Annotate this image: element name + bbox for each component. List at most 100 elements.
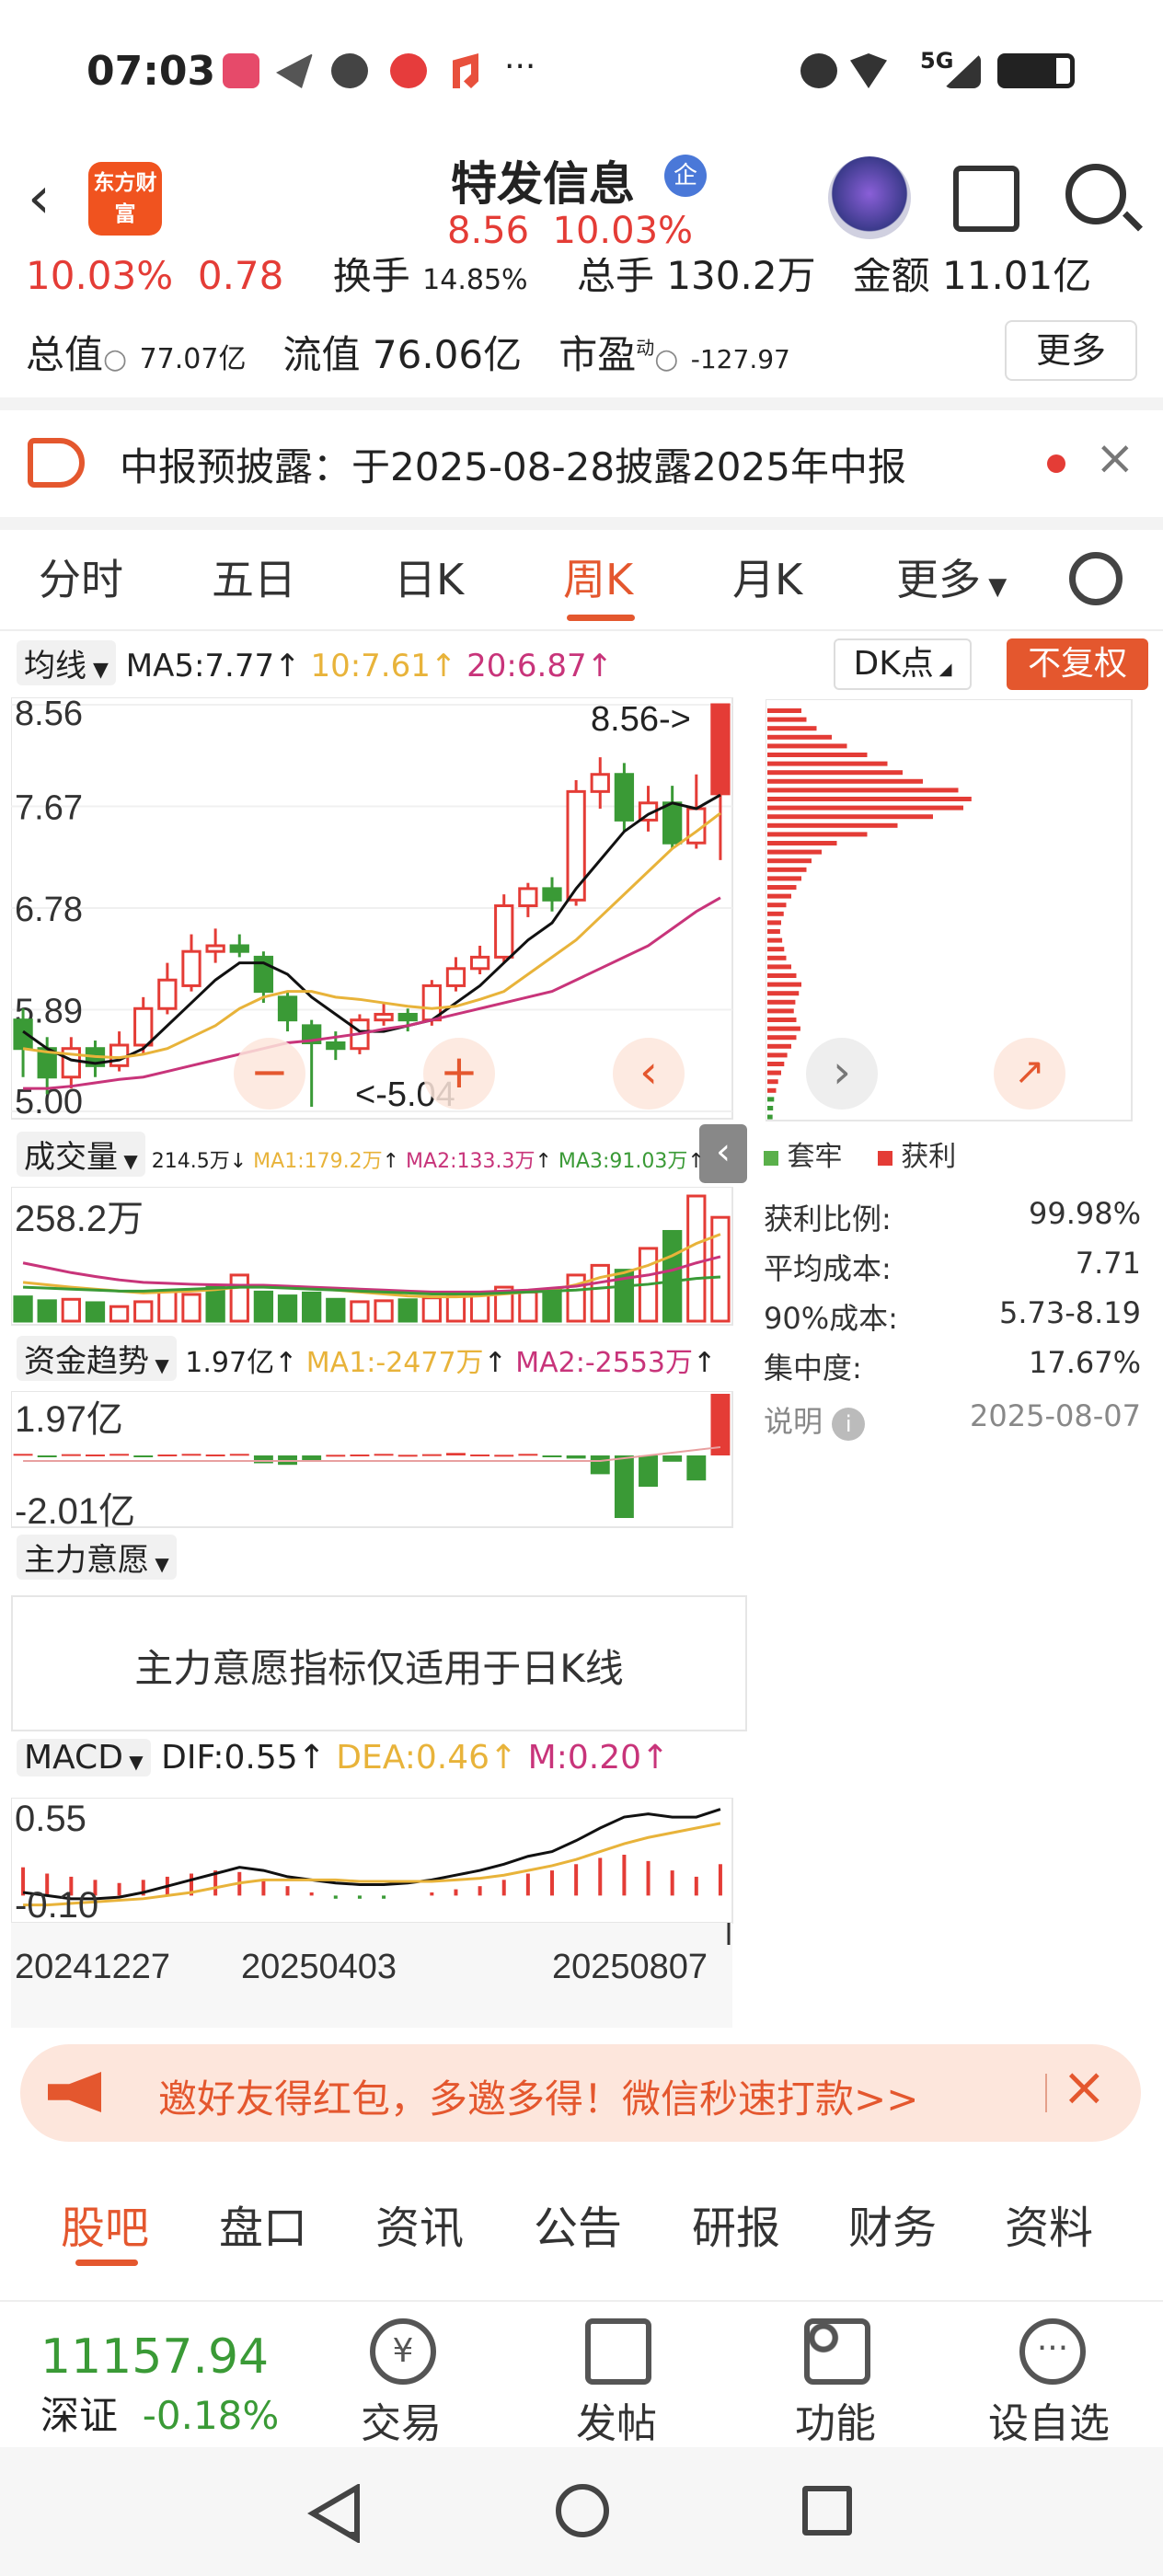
fund-ma2: MA2:-2553万 <box>515 1347 694 1379</box>
volume-bar <box>229 1273 249 1323</box>
fund-bar <box>566 1455 586 1459</box>
stock-name[interactable]: 特发信息 <box>451 147 635 213</box>
kline-candle <box>374 1012 394 1022</box>
kline-candle <box>181 949 202 987</box>
post-icon[interactable] <box>585 2318 651 2385</box>
volume-legend-value: 214.5万 <box>151 1150 230 1173</box>
more-quote-button[interactable]: 更多 <box>1005 320 1137 381</box>
volume-legend-row: 成交量 ▼ 214.5万↓ MA1:179.2万↑ MA2:133.3万↑ MA… <box>17 1132 705 1177</box>
header-price-value: 8.56 <box>447 210 530 252</box>
fund-bar <box>302 1455 322 1461</box>
notice-bar[interactable]: 中报预披露：于2025-08-28披露2025年中报 × <box>0 408 1163 515</box>
ma-legend-row: 均线 ▼ MA5:7.77↑ 10:7.61↑ 20:6.87↑ <box>17 640 613 685</box>
index-value: 11157.94 <box>40 2329 270 2385</box>
chip-bar <box>767 858 812 864</box>
tab-profile[interactable]: 资料 <box>1005 2191 1093 2256</box>
post-label[interactable]: 发帖 <box>576 2390 657 2449</box>
volume-select[interactable]: 成交量 ▼ <box>17 1132 145 1177</box>
tab-finance[interactable]: 财务 <box>848 2191 937 2256</box>
tab-more[interactable]: 更多 ▼ <box>896 546 1007 607</box>
system-home-icon[interactable] <box>556 2484 609 2537</box>
fund-y-bottom: -2.01亿 <box>15 1491 135 1529</box>
intent-select[interactable]: 主力意愿 ▼ <box>17 1535 177 1580</box>
zoom-out-button[interactable]: − <box>234 1038 305 1110</box>
fund-bar <box>326 1455 346 1457</box>
settings-gear-icon[interactable] <box>1069 552 1123 605</box>
quote-row-1: 10.03% 0.78 换手 14.85% 总手 130.2万 金额 11.01… <box>0 258 1163 304</box>
float-cap-label: 流值 <box>282 332 361 377</box>
back-icon[interactable]: ‹ <box>28 164 51 231</box>
fund-bar <box>686 1455 707 1481</box>
trade-label[interactable]: 交易 <box>361 2390 442 2449</box>
functions-label[interactable]: 功能 <box>795 2390 876 2449</box>
bottom-toolbar: 11157.94 深证 -0.18% ¥ 交易 发帖 功能 ··· 设自选 <box>0 2300 1163 2447</box>
legend-trapped: 套牢 <box>787 1141 843 1173</box>
amount-label: 金额 <box>852 258 930 298</box>
index-widget[interactable]: 11157.94 深证 -0.18% <box>40 2329 317 2440</box>
scroll-left-button[interactable]: ‹ <box>613 1038 685 1110</box>
scroll-right-button[interactable]: › <box>806 1038 878 1110</box>
promo-text: 邀好友得红包，多邀多得！微信秒速打款>> <box>158 2076 919 2122</box>
watchlist-label[interactable]: 设自选 <box>988 2390 1110 2449</box>
pe-sup: 动 <box>636 337 655 359</box>
chip-bar <box>767 1087 777 1093</box>
system-nav-bar <box>0 2447 1163 2576</box>
chip-bar <box>767 778 923 784</box>
volume-bar <box>109 1305 130 1323</box>
chip-bar <box>767 788 959 793</box>
kline-candle <box>277 995 298 1022</box>
macd-select[interactable]: MACD ▼ <box>17 1739 151 1777</box>
dk-select[interactable]: DK点 ◢ <box>834 638 972 690</box>
chip-bar <box>767 726 817 731</box>
search-icon[interactable] <box>1065 164 1126 224</box>
avg-cost-label: 平均成本: <box>764 1251 892 1286</box>
assistant-avatar-icon[interactable] <box>828 156 911 239</box>
tab-five-day[interactable]: 五日 <box>212 546 296 607</box>
close-notice-icon[interactable]: × <box>1095 431 1135 486</box>
chip-bar <box>767 885 797 890</box>
tab-pankou[interactable]: 盘口 <box>219 2191 307 2256</box>
note-row[interactable]: 说明 i 2025-08-07 <box>764 1398 1141 1441</box>
adjust-button[interactable]: 不复权 <box>1007 638 1148 690</box>
tab-news[interactable]: 资讯 <box>375 2191 464 2256</box>
expand-icon[interactable]: ↗ <box>994 1038 1065 1110</box>
system-back-triangle-icon[interactable] <box>307 2484 363 2543</box>
volume-bar <box>542 1288 562 1323</box>
fund-bar <box>470 1454 490 1456</box>
profit-ratio-label: 获利比例: <box>764 1202 892 1236</box>
macd-m: M:0.20 <box>527 1739 642 1777</box>
pe-value: -127.97 <box>690 344 790 374</box>
tab-monthly-k[interactable]: 月K <box>732 546 802 607</box>
volume-bar <box>85 1301 106 1323</box>
fund-bar <box>374 1454 394 1456</box>
chip-bar <box>767 770 903 776</box>
collapse-panel-button[interactable]: ‹ <box>699 1124 747 1183</box>
fund-trend-chart: 1.97亿 -2.01亿 <box>11 1391 733 1529</box>
fund-bar <box>86 1454 105 1456</box>
tab-research[interactable]: 研报 <box>692 2191 780 2256</box>
watchlist-icon[interactable]: ··· <box>1019 2318 1086 2385</box>
fund-legend-value: 1.97亿 <box>185 1347 275 1379</box>
tab-announcements[interactable]: 公告 <box>534 2191 622 2256</box>
system-recents-icon[interactable] <box>802 2486 852 2536</box>
trade-icon[interactable]: ¥ <box>370 2318 436 2385</box>
dk-label: DK点 <box>853 645 934 683</box>
zoom-in-button[interactable]: + <box>423 1038 495 1110</box>
ma-select[interactable]: 均线 ▼ <box>17 640 116 685</box>
tab-daily-k[interactable]: 日K <box>394 546 464 607</box>
float-cap-value: 76.06亿 <box>372 332 523 377</box>
functions-icon[interactable] <box>804 2318 870 2385</box>
chip-bar <box>767 822 898 828</box>
share-icon[interactable] <box>953 166 1019 232</box>
concentration-row: 集中度: 17.67% <box>764 1345 1141 1387</box>
promo-banner[interactable]: 邀好友得红包，多邀多得！微信秒速打款>> × <box>20 2044 1141 2142</box>
close-promo-icon[interactable]: × <box>1062 2055 1107 2118</box>
wifi-icon <box>850 53 887 88</box>
fund-select[interactable]: 资金趋势 ▼ <box>17 1336 177 1381</box>
tab-intraday[interactable]: 分时 <box>39 546 123 607</box>
tab-weekly-k[interactable]: 周K <box>563 546 633 607</box>
tab-guba[interactable]: 股吧 <box>61 2191 149 2256</box>
alarm-icon <box>800 53 837 88</box>
cost-90-label: 90%成本: <box>764 1301 898 1336</box>
volume-bar <box>157 1289 178 1323</box>
